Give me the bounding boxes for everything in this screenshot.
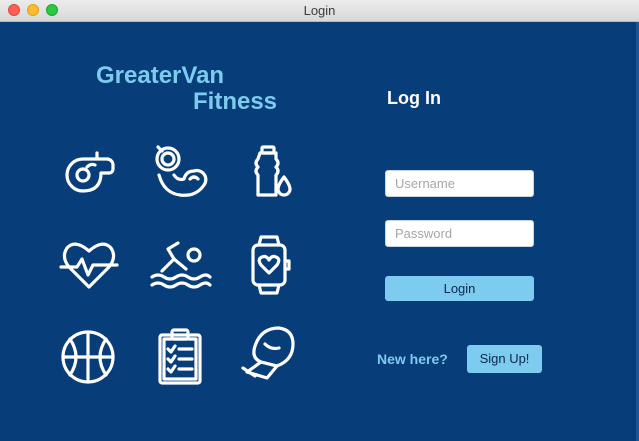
smartwatch-icon [237, 233, 301, 297]
new-here-label: New here? [377, 351, 448, 367]
swimmer-icon [148, 233, 212, 297]
username-input[interactable] [385, 170, 534, 197]
login-heading: Log In [387, 88, 441, 108]
title-bar[interactable]: Login [0, 0, 639, 22]
login-button[interactable]: Login [385, 276, 534, 301]
password-input[interactable] [385, 220, 534, 247]
whistle-icon [57, 141, 121, 205]
heart-rate-icon [57, 233, 121, 297]
login-window: Login GreaterVan Fitness Log In Username… [0, 0, 639, 441]
clipboard-icon [148, 325, 212, 389]
sign-up-button[interactable]: Sign Up! [467, 345, 542, 373]
boxing-glove-icon [235, 320, 299, 384]
bicep-icon [150, 141, 214, 205]
water-bottle-icon [240, 141, 304, 205]
window-title: Login [303, 3, 336, 18]
basketball-icon [56, 325, 120, 389]
brand-name-line1: GreaterVan [96, 62, 225, 89]
brand-name-line2: Fitness [193, 88, 278, 115]
